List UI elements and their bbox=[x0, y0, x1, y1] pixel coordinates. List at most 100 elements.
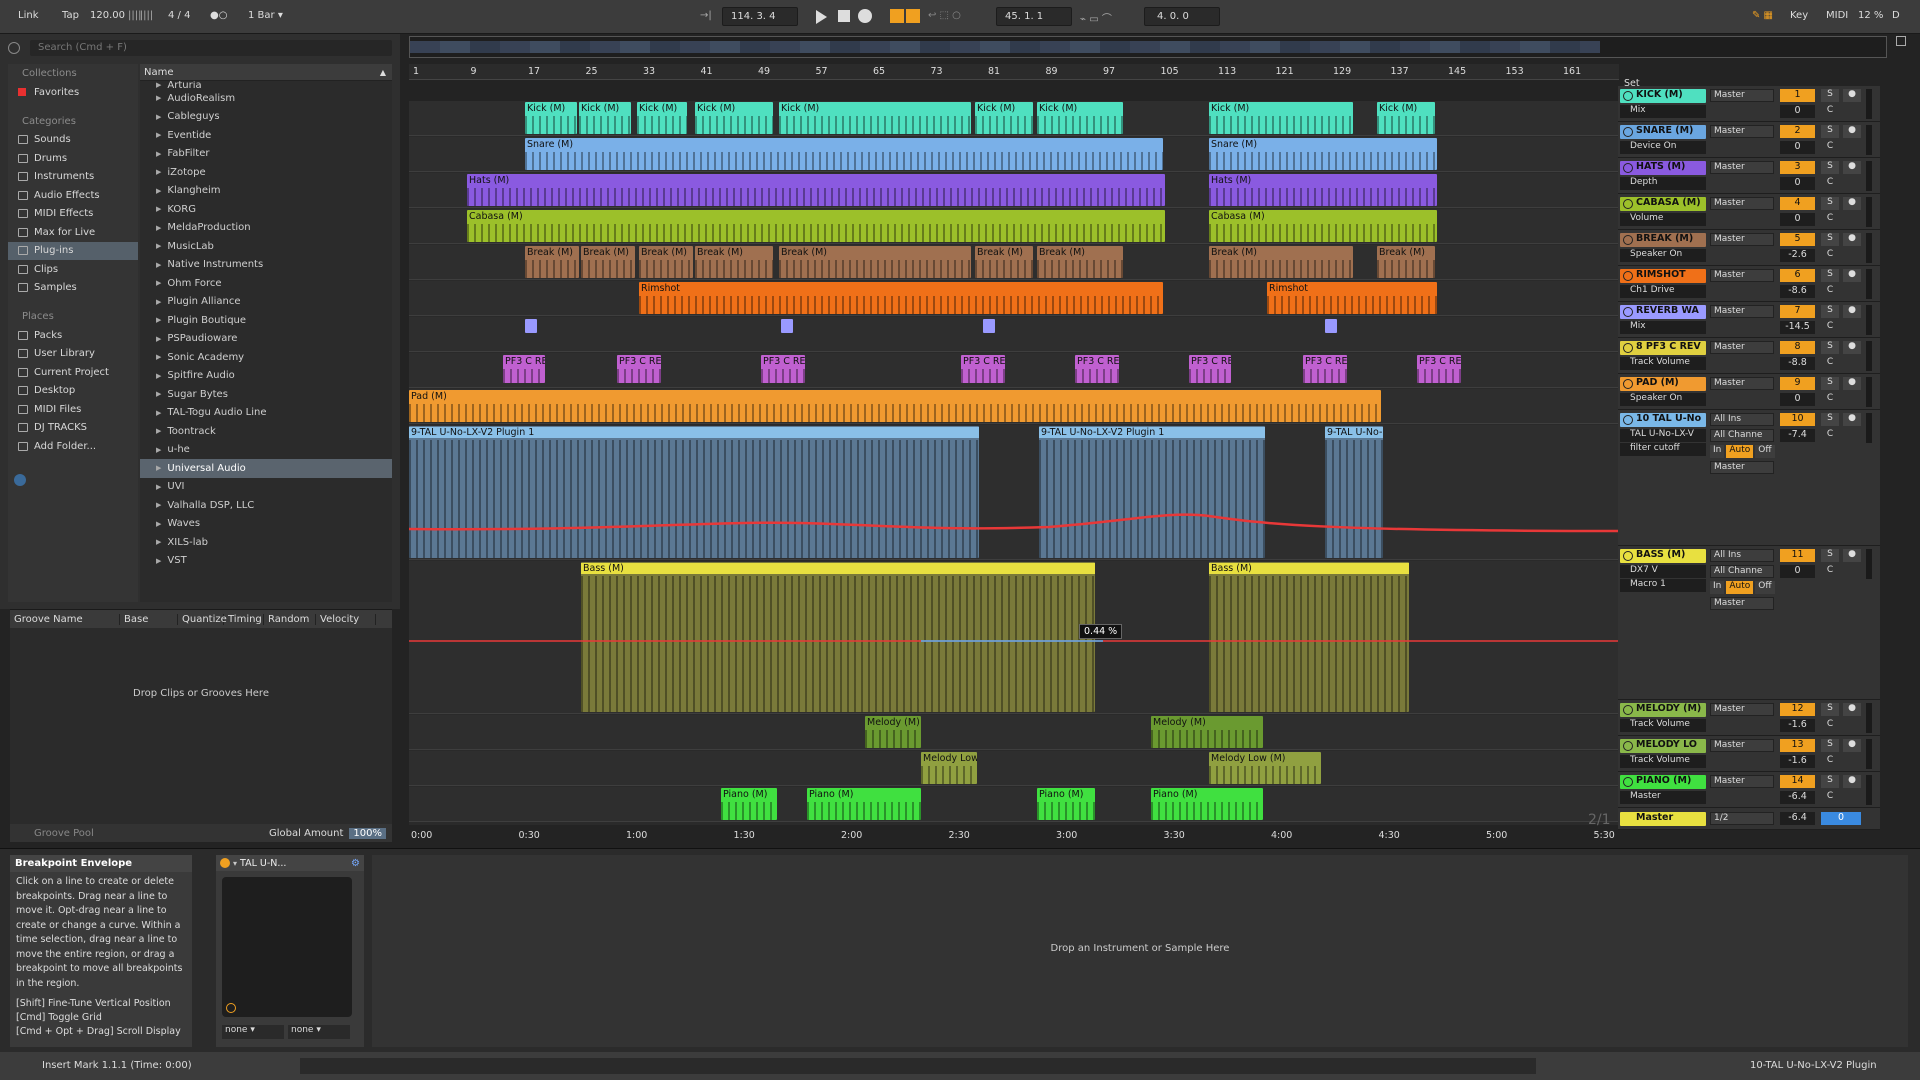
arm-icon[interactable]: ● bbox=[1843, 377, 1861, 390]
automation-param-select[interactable]: Track Volume bbox=[1620, 719, 1706, 732]
list-item[interactable]: ▶ Plugin Boutique bbox=[140, 311, 392, 330]
output-routing-select[interactable]: All Ins bbox=[1710, 413, 1774, 426]
automation-param-select-2[interactable]: Macro 1 bbox=[1620, 579, 1706, 592]
output-routing-select[interactable]: Master bbox=[1710, 739, 1774, 752]
sidebar-item-max-for-live[interactable]: Max for Live bbox=[8, 223, 138, 242]
beat-time-ruler[interactable]: 1 9 17 25 33 41 49 57 65 73 81 89 97 105 113 121 129 137 1… bbox=[409, 64, 1619, 80]
loop-start[interactable]: 45. 1. 1 bbox=[996, 7, 1072, 26]
list-item[interactable]: ▶ Cableguys bbox=[140, 108, 392, 127]
preview-icon[interactable] bbox=[14, 474, 26, 486]
list-item[interactable]: ▶ u-he bbox=[140, 441, 392, 460]
groove-column-header[interactable]: Groove Name bbox=[10, 613, 120, 625]
track-name[interactable]: SNARE (M) bbox=[1620, 125, 1706, 139]
expand-icon[interactable]: ▶ bbox=[156, 224, 161, 232]
draw-mode-icon[interactable]: ✎ ▦ bbox=[1752, 10, 1773, 21]
automation-param-select[interactable]: Depth bbox=[1620, 177, 1706, 190]
list-item[interactable]: ▶ Toontrack bbox=[140, 422, 392, 441]
cue-out-select[interactable]: 1/2 bbox=[1710, 812, 1774, 825]
track-name[interactable]: KICK (M) bbox=[1620, 89, 1706, 103]
groove-column-header[interactable]: Timing bbox=[224, 613, 264, 625]
track-header[interactable]: SNARE (M) Device On Master 2 0 S C ● bbox=[1618, 122, 1880, 158]
list-item[interactable]: ▶ TAL-Togu Audio Line bbox=[140, 404, 392, 423]
expand-icon[interactable]: ▶ bbox=[156, 94, 161, 102]
expand-icon[interactable]: ▶ bbox=[156, 538, 161, 546]
song-position[interactable]: 114. 3. 4 bbox=[722, 7, 798, 26]
output-routing-select[interactable]: Master bbox=[1710, 377, 1774, 390]
search-input[interactable]: Search (Cmd + F) bbox=[30, 40, 392, 56]
sidebar-item-midi-files[interactable]: MIDI Files bbox=[8, 400, 138, 419]
track-name[interactable]: 10 TAL U-No bbox=[1620, 413, 1706, 427]
track-header[interactable]: 10 TAL U-No TAL U-No-LX-V All Ins 10 -7.4 S C ●… bbox=[1618, 410, 1880, 546]
track-activator-icon[interactable] bbox=[1623, 705, 1633, 715]
key-map-button[interactable]: Key bbox=[1790, 10, 1808, 21]
expand-icon[interactable]: ▶ bbox=[156, 353, 161, 361]
automation-param-select[interactable]: Volume bbox=[1620, 213, 1706, 226]
track-header[interactable]: 8 PF3 C REV Track Volume Master 8 -8.8 S C ● bbox=[1618, 338, 1880, 374]
volume-field[interactable]: -1.6 bbox=[1780, 719, 1815, 732]
automation-param-select[interactable]: DX7 V bbox=[1620, 565, 1706, 578]
list-item[interactable]: ▶ Valhalla DSP, LLC bbox=[140, 496, 392, 515]
track-number[interactable]: 4 bbox=[1780, 197, 1815, 210]
sidebar-item-instruments[interactable]: Instruments bbox=[8, 168, 138, 187]
track-activator-icon[interactable] bbox=[1623, 415, 1633, 425]
pan-field[interactable]: C bbox=[1821, 177, 1839, 190]
metronome-icon[interactable]: ●○ bbox=[210, 10, 227, 21]
groove-column-header[interactable]: Base bbox=[120, 613, 178, 625]
sidebar-item-dj-tracks[interactable]: DJ TRACKS bbox=[8, 419, 138, 438]
track-name[interactable]: MELODY (M) bbox=[1620, 703, 1706, 717]
volume-field[interactable]: -6.4 bbox=[1780, 791, 1815, 804]
track-name[interactable]: REVERB WA bbox=[1620, 305, 1706, 319]
tap-button[interactable]: Tap bbox=[62, 10, 79, 21]
arm-icon[interactable]: ● bbox=[1843, 161, 1861, 174]
volume-field[interactable]: -7.4 bbox=[1780, 429, 1815, 442]
arm-icon[interactable]: ● bbox=[1843, 775, 1861, 788]
track-activator-icon[interactable] bbox=[1623, 271, 1633, 281]
input-channel-select[interactable]: All Channe bbox=[1710, 565, 1774, 578]
expand-icon[interactable]: ▶ bbox=[156, 557, 161, 565]
arrangement-overview[interactable] bbox=[409, 36, 1887, 58]
track-number[interactable]: 5 bbox=[1780, 233, 1815, 246]
pan-field[interactable]: C bbox=[1821, 105, 1839, 118]
sidebar-item-clips[interactable]: Clips bbox=[8, 260, 138, 279]
automation-param-select-2[interactable]: filter cutoff bbox=[1620, 443, 1706, 456]
track-name[interactable]: MELODY LO bbox=[1620, 739, 1706, 753]
track-name[interactable]: RIMSHOT bbox=[1620, 269, 1706, 283]
track-header[interactable]: RIMSHOT Ch1 Drive Master 6 -8.6 S C ● bbox=[1618, 266, 1880, 302]
master-track[interactable]: Master 1/2 -6.4 0 bbox=[1618, 808, 1880, 830]
pan-field[interactable]: C bbox=[1821, 719, 1839, 732]
master-name[interactable]: Master bbox=[1620, 812, 1706, 826]
expand-icon[interactable]: ▶ bbox=[156, 483, 161, 491]
sidebar-item-packs[interactable]: Packs bbox=[8, 326, 138, 345]
stop-icon[interactable] bbox=[838, 10, 850, 22]
output-routing-select[interactable]: Master bbox=[1710, 197, 1774, 210]
track-name[interactable]: PIANO (M) bbox=[1620, 775, 1706, 789]
pan-field[interactable]: C bbox=[1821, 791, 1839, 804]
expand-icon[interactable]: ▶ bbox=[156, 390, 161, 398]
solo-button[interactable]: S bbox=[1821, 775, 1839, 788]
solo-button[interactable]: S bbox=[1821, 197, 1839, 210]
list-item[interactable]: ▶ Sugar Bytes bbox=[140, 385, 392, 404]
device-fold-icon[interactable]: ▾ bbox=[233, 859, 237, 868]
track-header[interactable]: MELODY (M) Track Volume Master 12 -1.6 S C ● bbox=[1618, 700, 1880, 736]
arm-icon[interactable]: ● bbox=[1843, 305, 1861, 318]
sidebar-item-add-folder-[interactable]: Add Folder... bbox=[8, 437, 138, 456]
output-routing-select[interactable]: Master bbox=[1710, 269, 1774, 282]
track-activator-icon[interactable] bbox=[1623, 307, 1633, 317]
track-number[interactable]: 12 bbox=[1780, 703, 1815, 716]
expand-icon[interactable]: ▶ bbox=[156, 261, 161, 269]
track-number[interactable]: 6 bbox=[1780, 269, 1815, 282]
arm-icon[interactable]: ● bbox=[1843, 197, 1861, 210]
expand-icon[interactable]: ▶ bbox=[156, 520, 161, 528]
groove-column-header[interactable]: Quantize bbox=[178, 613, 227, 625]
list-item[interactable]: ▶ MeldaProduction bbox=[140, 219, 392, 238]
overdub-icon[interactable] bbox=[890, 9, 904, 23]
track-header[interactable]: REVERB WA Mix Master 7 -14.5 S C ● bbox=[1618, 302, 1880, 338]
sidebar-item-current-project[interactable]: Current Project bbox=[8, 363, 138, 382]
arm-icon[interactable]: ● bbox=[1843, 739, 1861, 752]
automation-param-select[interactable]: Track Volume bbox=[1620, 357, 1706, 370]
track-name[interactable]: HATS (M) bbox=[1620, 161, 1706, 175]
pan-field[interactable]: C bbox=[1821, 429, 1839, 442]
expand-icon[interactable]: ▶ bbox=[156, 335, 161, 343]
pan-field[interactable]: C bbox=[1821, 393, 1839, 406]
quantize-select[interactable]: 1 Bar ▾ bbox=[248, 10, 283, 21]
